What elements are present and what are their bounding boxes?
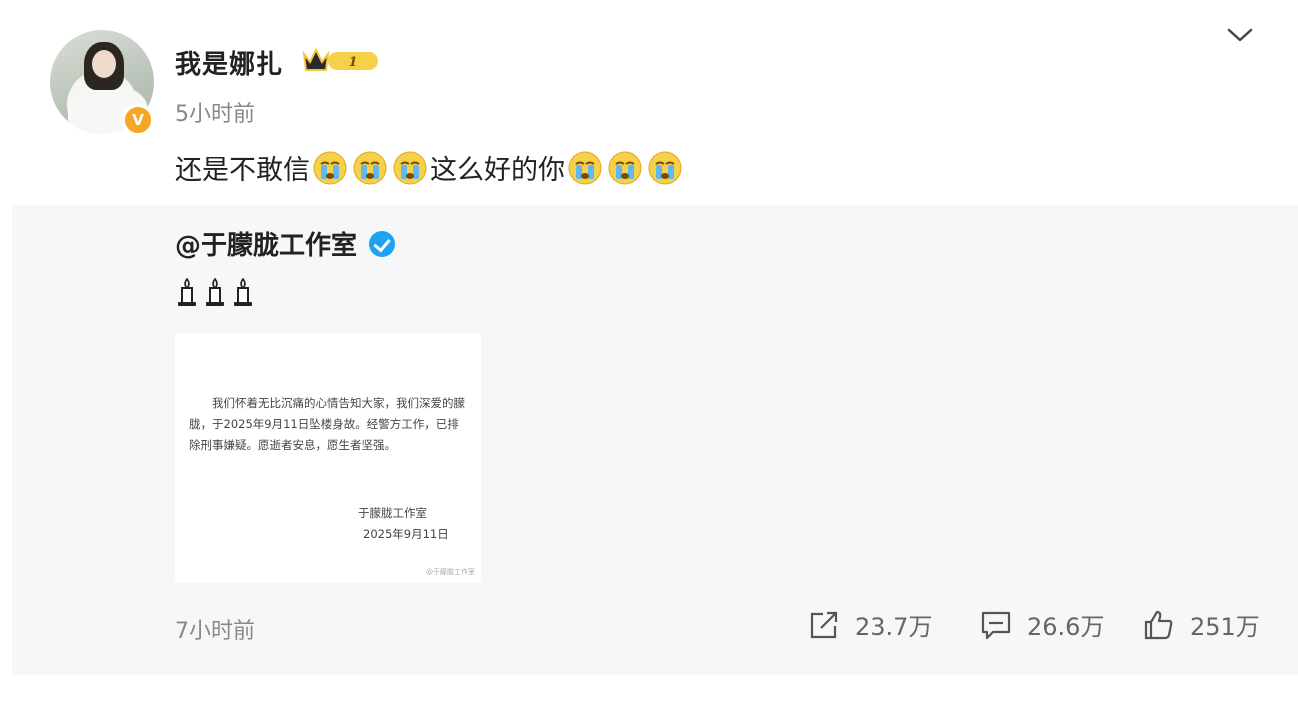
like-count: 251万	[1190, 613, 1260, 641]
repost-text	[175, 277, 255, 307]
post-username[interactable]: 我是娜扎	[175, 44, 283, 81]
thumbs-up-icon	[1144, 610, 1173, 639]
crying-face-icon	[353, 151, 387, 184]
comment-button[interactable]: 26.6万	[979, 607, 1104, 642]
post-text: 还是不敢信 这么好的你	[175, 148, 685, 187]
verified-badge-icon: V	[122, 104, 154, 136]
comment-count: 26.6万	[1027, 613, 1105, 641]
share-count: 23.7万	[855, 613, 933, 641]
notice-signature: 于朦胧工作室	[358, 506, 427, 520]
weibo-post: V 我是娜扎 1 5小时前 还是不敢信 这么好的你 @于朦胧工作室 我们怀着无比…	[0, 0, 1298, 708]
share-icon	[810, 611, 838, 638]
chevron-down-icon[interactable]	[1226, 24, 1254, 46]
verified-blue-icon	[369, 230, 396, 257]
notice-image[interactable]: 我们怀着无比沉痛的心情告知大家，我们深爱的朦胧，于2025年9月11日坠楼身故。…	[175, 333, 481, 583]
reposted-content[interactable]: @于朦胧工作室 我们怀着无比沉痛的心情告知大家，我们深爱的朦胧，于2025年9月…	[12, 205, 1298, 675]
repost-timestamp[interactable]: 7小时前	[175, 613, 255, 645]
crying-face-icon	[313, 151, 347, 184]
comment-icon	[981, 611, 1011, 639]
candle-icon	[206, 277, 224, 306]
crying-face-icon	[393, 151, 427, 184]
repost-username[interactable]: @于朦胧工作室	[175, 225, 357, 262]
like-button[interactable]: 251万	[1142, 607, 1260, 642]
vip-crown-icon[interactable]: 1	[300, 44, 380, 76]
crying-face-icon	[648, 151, 682, 184]
candle-icon	[234, 277, 252, 306]
post-timestamp[interactable]: 5小时前	[175, 96, 255, 128]
candle-icon	[178, 277, 196, 306]
share-button[interactable]: 23.7万	[807, 607, 932, 642]
post-text-part2: 这么好的你	[430, 155, 565, 186]
post-text-part1: 还是不敢信	[175, 155, 310, 186]
notice-body: 我们怀着无比沉痛的心情告知大家，我们深爱的朦胧，于2025年9月11日坠楼身故。…	[189, 396, 465, 452]
crying-face-icon	[568, 151, 602, 184]
notice-date: 2025年9月11日	[363, 527, 449, 541]
image-watermark: @于朦胧工作室	[426, 568, 475, 576]
crying-face-icon	[608, 151, 642, 184]
repost-author[interactable]: @于朦胧工作室	[175, 225, 396, 262]
svg-text:1: 1	[348, 55, 357, 70]
